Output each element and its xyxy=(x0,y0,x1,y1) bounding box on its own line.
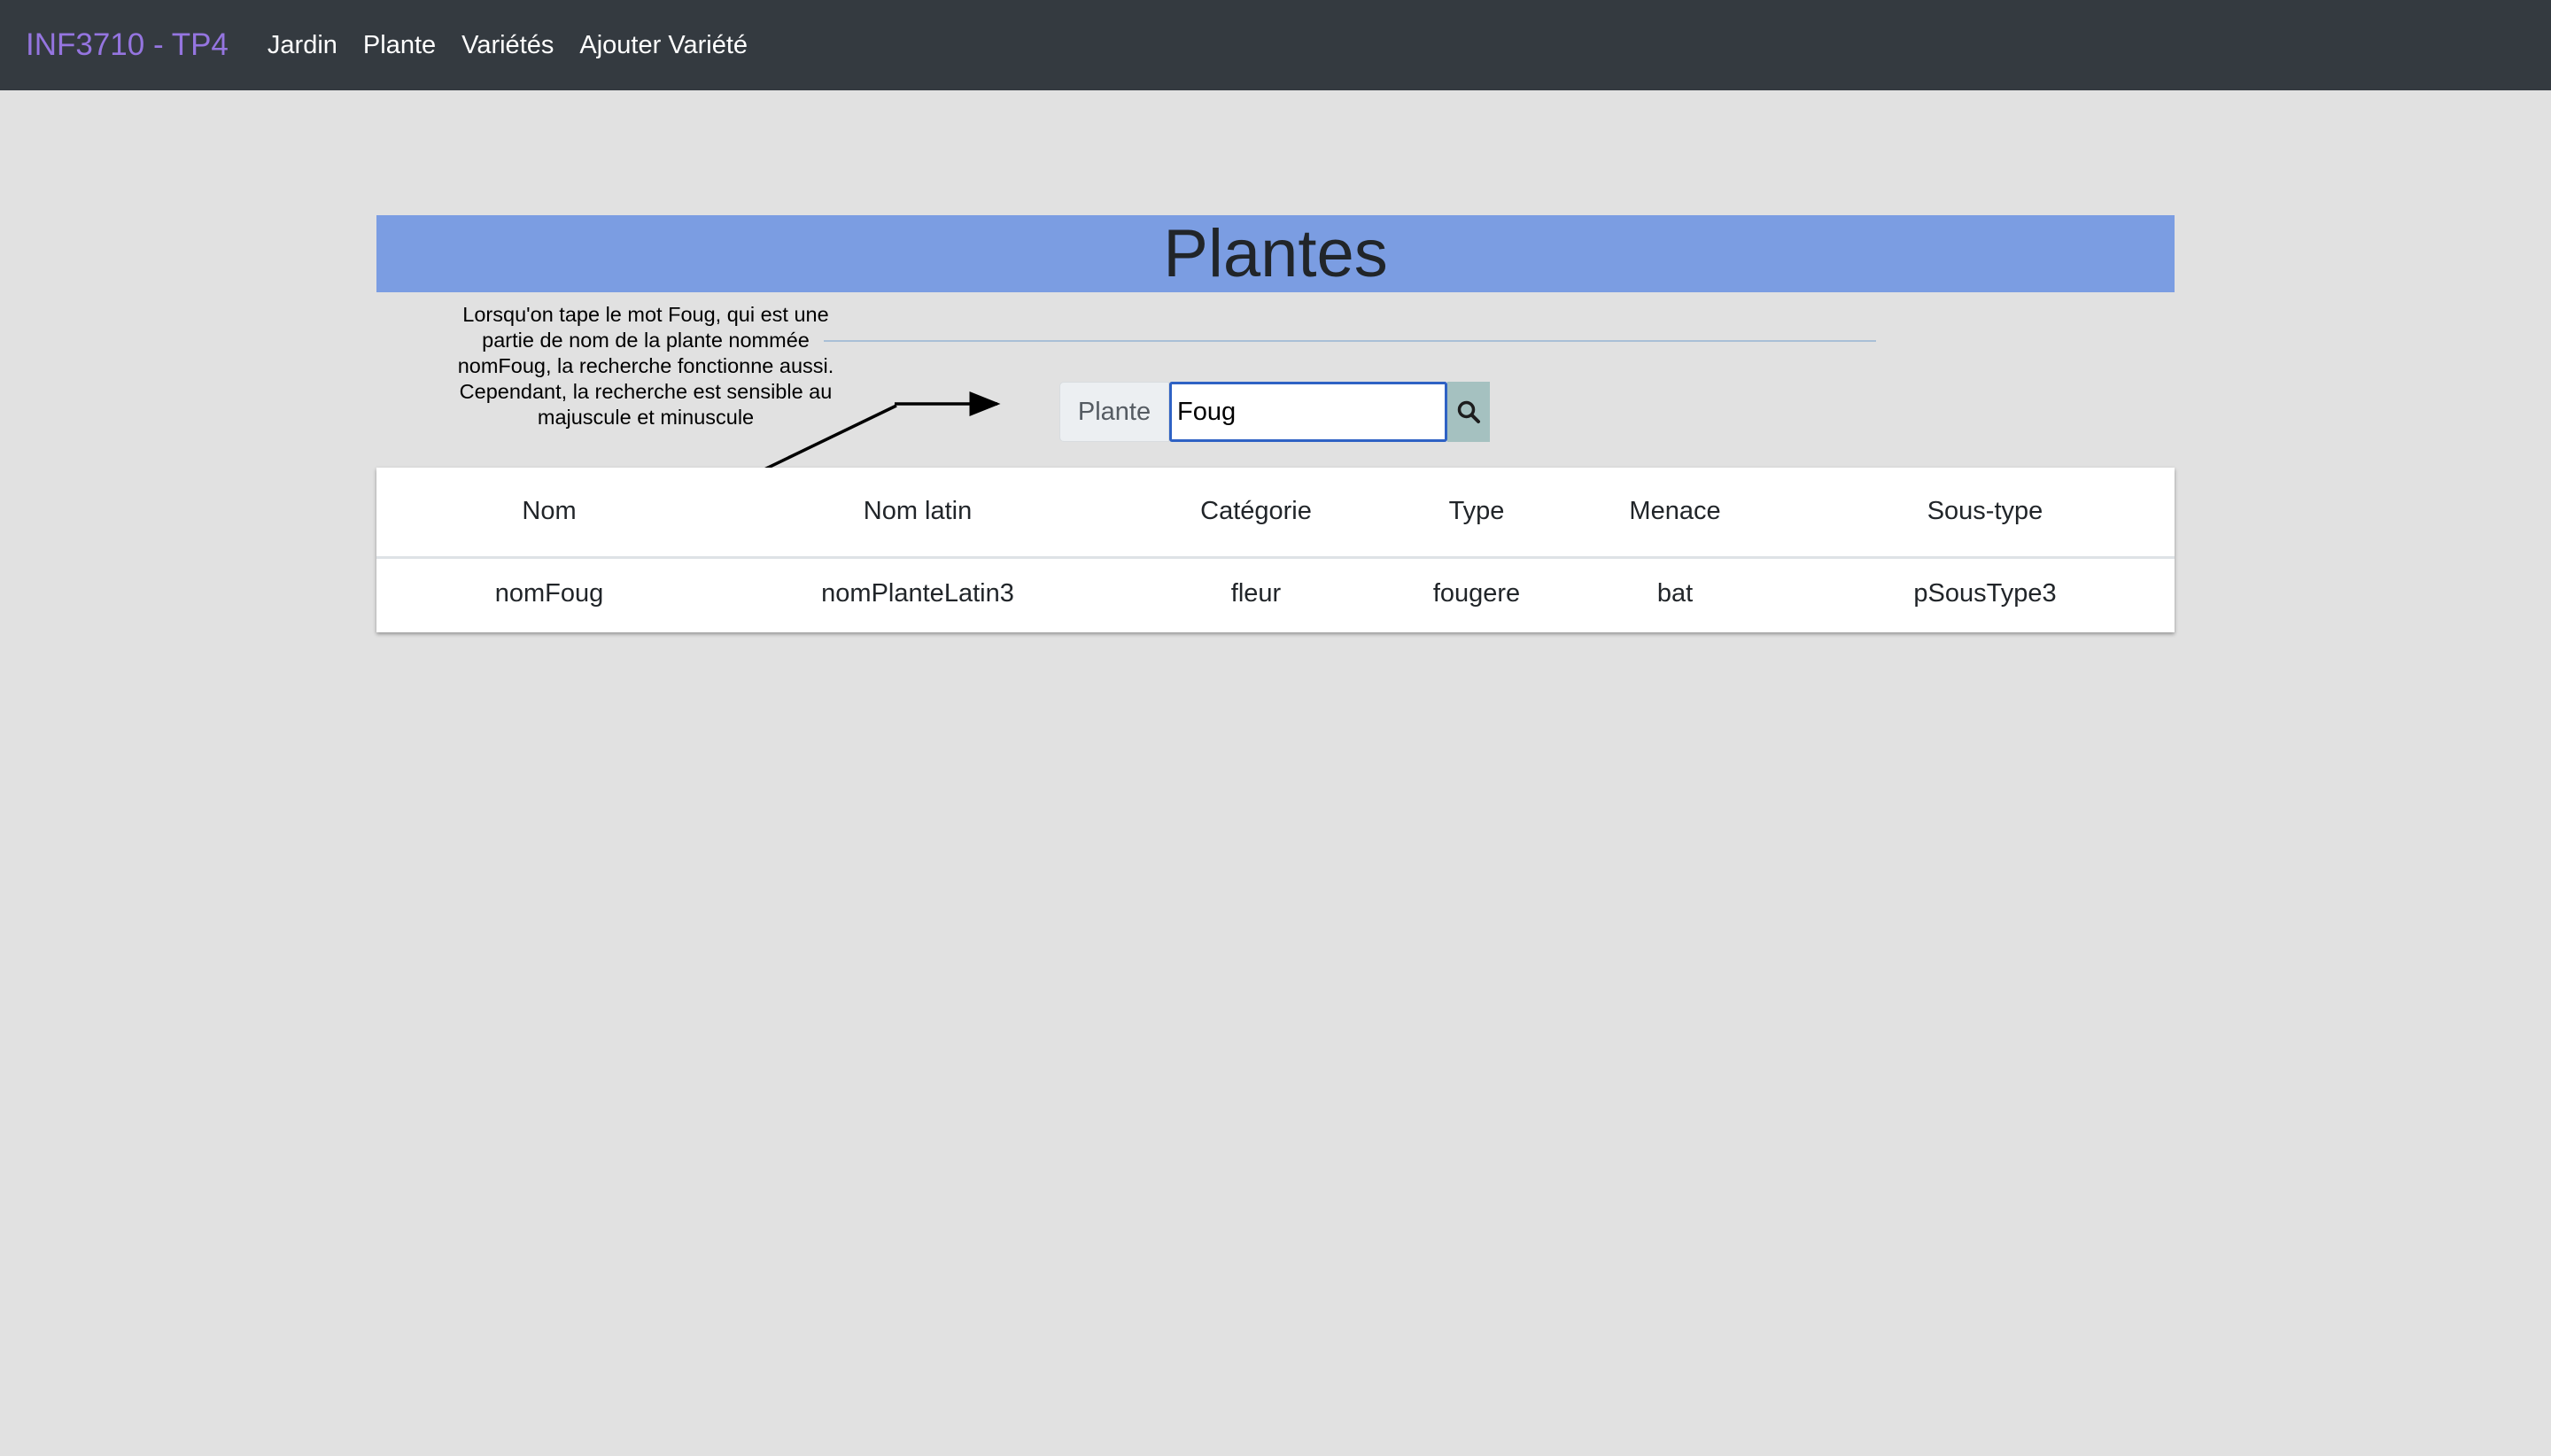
cell-type: fougere xyxy=(1432,579,1521,608)
nav-link-plante[interactable]: Plante xyxy=(363,31,436,60)
page-title-bar: Plantes xyxy=(376,215,2175,292)
column-header-nom: Nom xyxy=(376,468,722,559)
plant-search-group: Plante xyxy=(1059,382,1490,442)
nav-link-jardin[interactable]: Jardin xyxy=(268,31,337,60)
cell-categorie: fleur xyxy=(1230,579,1282,608)
nav-link-ajouter-variete[interactable]: Ajouter Variété xyxy=(579,31,748,60)
top-navbar: INF3710 - TP4 Jardin Plante Variétés Ajo… xyxy=(0,0,2551,90)
column-header-categorie: Catégorie xyxy=(1113,468,1399,559)
cell-nom: nomFoug xyxy=(494,579,604,608)
search-button[interactable] xyxy=(1447,382,1490,442)
nav-link-varietes[interactable]: Variétés xyxy=(461,31,554,60)
table-header-row: Nom Nom latin Catégorie Type Menace Sous… xyxy=(376,468,2175,559)
column-header-nom-latin: Nom latin xyxy=(722,468,1113,559)
column-header-menace: Menace xyxy=(1555,468,1795,559)
column-header-type: Type xyxy=(1399,468,1555,559)
divider xyxy=(824,340,1876,342)
column-header-sous-type: Sous-type xyxy=(1795,468,2175,559)
cell-sous-type: pSousType3 xyxy=(1913,579,2057,608)
cell-nom-latin: nomPlanteLatin3 xyxy=(821,579,1014,608)
plants-table: Nom Nom latin Catégorie Type Menace Sous… xyxy=(376,468,2175,630)
annotation-note: Lorsqu'on tape le mot Foug, qui est une … xyxy=(457,303,834,429)
table-row[interactable]: nomFoug nomPlanteLatin3 fleur fougere ba… xyxy=(376,557,2175,630)
search-label: Plante xyxy=(1059,382,1169,442)
search-input[interactable] xyxy=(1169,382,1447,442)
brand-link[interactable]: INF3710 - TP4 xyxy=(26,27,229,63)
page-title: Plantes xyxy=(1163,215,1388,291)
cell-menace: bat xyxy=(1656,579,1694,608)
search-icon xyxy=(1457,400,1480,423)
plants-table-card: Nom Nom latin Catégorie Type Menace Sous… xyxy=(376,468,2175,632)
